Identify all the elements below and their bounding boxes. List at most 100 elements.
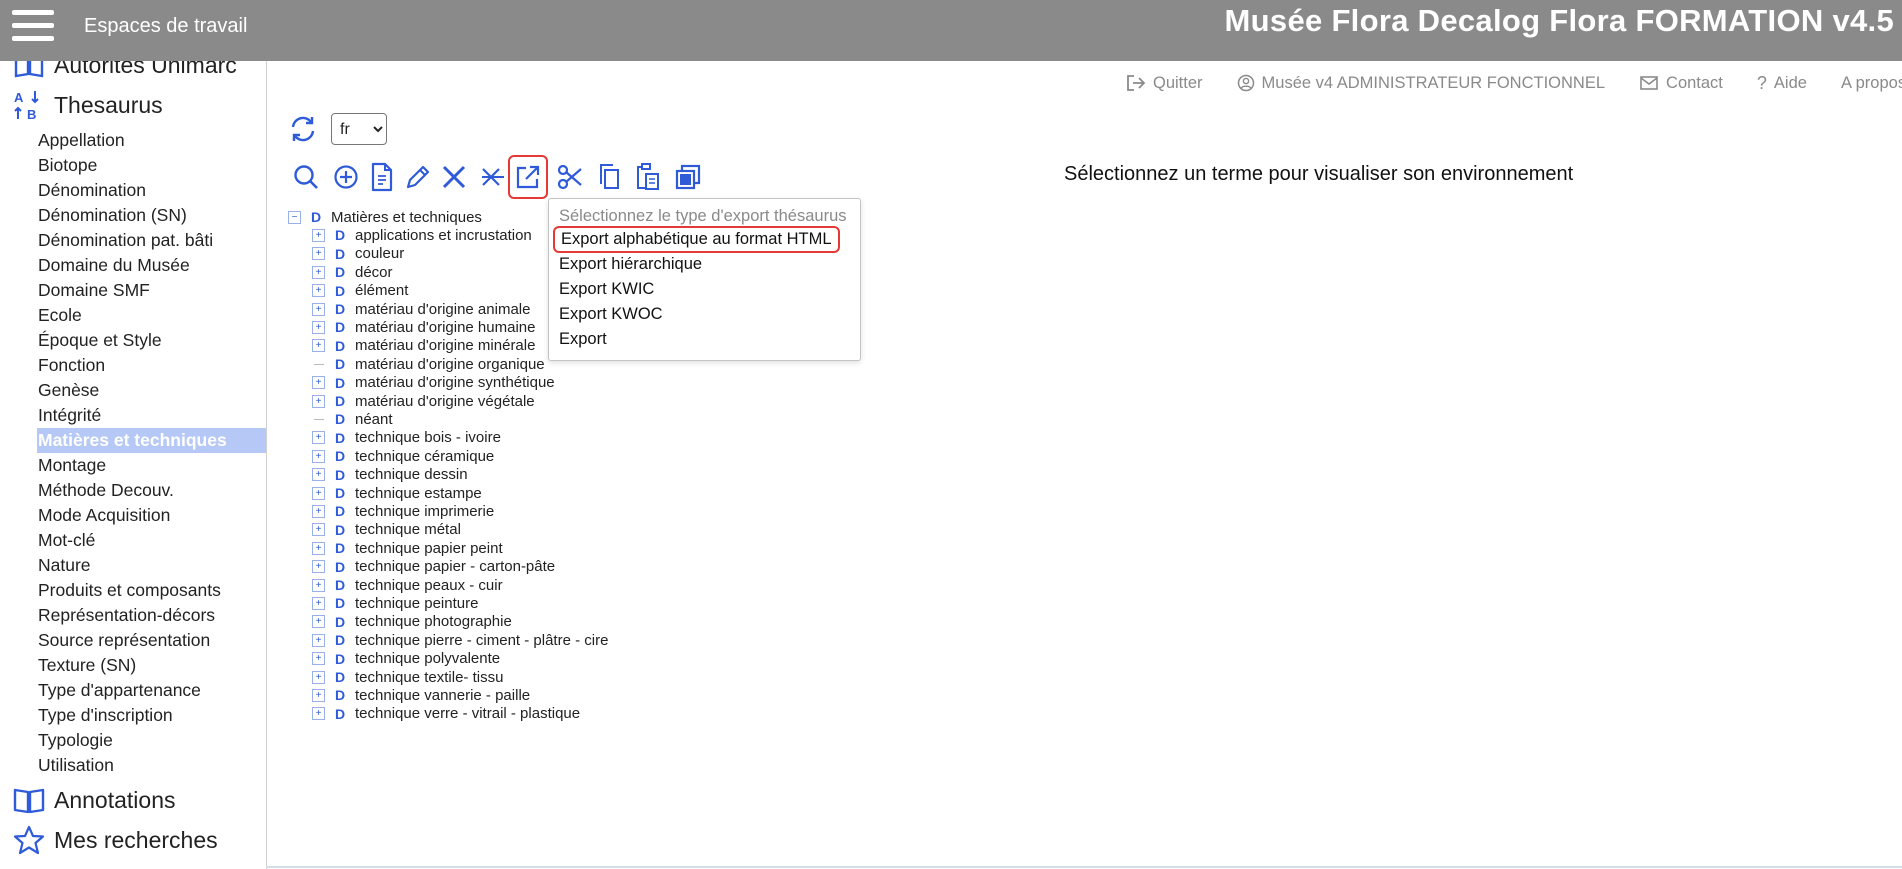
expand-icon[interactable]: + <box>312 394 325 408</box>
expand-icon[interactable]: + <box>312 431 325 445</box>
cut-icon[interactable] <box>554 160 586 194</box>
tree-node-label[interactable]: technique dessin <box>355 466 468 483</box>
tree-node-label[interactable]: décor <box>355 264 393 281</box>
sidebar-item[interactable]: Montage <box>37 453 266 478</box>
tree-node-label[interactable]: matériau d'origine végétale <box>355 393 535 410</box>
sidebar-item[interactable]: Dénomination pat. bâti <box>37 228 266 253</box>
expand-icon[interactable]: + <box>312 302 325 316</box>
add-icon[interactable] <box>330 160 362 194</box>
tree-node-label[interactable]: couleur <box>355 245 404 262</box>
sidebar-item[interactable]: Appellation <box>37 128 266 153</box>
tree-node-label[interactable]: technique vannerie - paille <box>355 687 530 704</box>
expand-icon[interactable]: + <box>312 541 325 555</box>
tree-node-label[interactable]: technique verre - vitrail - plastique <box>355 705 580 722</box>
document-icon[interactable] <box>366 160 398 194</box>
sidebar-item[interactable]: Dénomination <box>37 178 266 203</box>
refresh-icon[interactable] <box>289 115 317 143</box>
about-link[interactable]: A propos <box>1841 74 1902 93</box>
tree-node-label[interactable]: technique métal <box>355 521 461 538</box>
language-select[interactable]: fr <box>331 113 387 145</box>
sidebar-item[interactable]: Dénomination (SN) <box>37 203 266 228</box>
expand-icon[interactable]: + <box>312 688 325 702</box>
expand-icon[interactable]: + <box>312 578 325 592</box>
sidebar-item[interactable]: Domaine SMF <box>37 278 266 303</box>
delete-multiple-icon[interactable] <box>476 160 508 194</box>
sidebar-item[interactable]: Représentation-décors <box>37 603 266 628</box>
sidebar-section-searches[interactable]: Mes recherches <box>12 823 218 857</box>
sidebar-item[interactable]: Domaine du Musée <box>37 253 266 278</box>
export-menu-item[interactable]: Export hiérarchique <box>559 255 702 274</box>
expand-icon[interactable]: + <box>312 615 325 629</box>
export-menu-item[interactable]: Export <box>559 330 607 349</box>
expand-icon[interactable]: + <box>312 284 325 298</box>
tree-node-label[interactable]: matériau d'origine organique <box>355 356 545 373</box>
sidebar-item[interactable]: Genèse <box>37 378 266 403</box>
tree-node-label[interactable]: Matières et techniques <box>331 209 482 226</box>
tree-node-label[interactable]: technique polyvalente <box>355 650 500 667</box>
tree-node-label[interactable]: technique textile- tissu <box>355 669 503 686</box>
expand-icon[interactable]: + <box>312 523 325 537</box>
edit-icon[interactable] <box>402 160 434 194</box>
expand-icon[interactable]: + <box>312 320 325 334</box>
menu-icon[interactable] <box>12 8 54 44</box>
paste-icon[interactable] <box>632 160 664 194</box>
contact-link[interactable]: Contact <box>1639 74 1723 93</box>
tree-node-label[interactable]: technique papier - carton-pâte <box>355 558 555 575</box>
expand-icon[interactable]: + <box>312 707 325 721</box>
export-menu-item[interactable]: Export KWIC <box>559 280 654 299</box>
sidebar-item[interactable]: Mode Acquisition <box>37 503 266 528</box>
duplicate-icon[interactable] <box>672 160 704 194</box>
tree-node-label[interactable]: technique estampe <box>355 485 482 502</box>
sidebar-item[interactable]: Typologie <box>37 728 266 753</box>
export-icon[interactable] <box>508 155 548 199</box>
user-link[interactable]: Musée v4 ADMINISTRATEUR FONCTIONNEL <box>1237 74 1605 93</box>
copy-icon[interactable] <box>593 160 625 194</box>
sidebar-section-autorites[interactable]: Autorités Unimarc <box>12 61 237 82</box>
sidebar-item[interactable]: Type d'inscription <box>37 703 266 728</box>
tree-node-label[interactable]: technique bois - ivoire <box>355 429 501 446</box>
help-link[interactable]: ? Aide <box>1757 73 1807 94</box>
expand-icon[interactable]: + <box>312 376 325 390</box>
expand-icon[interactable]: + <box>312 596 325 610</box>
sidebar-item[interactable]: Utilisation <box>37 753 266 778</box>
tree-node-label[interactable]: matériau d'origine minérale <box>355 337 535 354</box>
expand-icon[interactable]: + <box>312 670 325 684</box>
expand-icon[interactable]: + <box>312 652 325 666</box>
tree-node-label[interactable]: matériau d'origine animale <box>355 301 530 318</box>
tree-node-label[interactable]: applications et incrustation <box>355 227 532 244</box>
tree-node-label[interactable]: néant <box>355 411 393 428</box>
sidebar-item[interactable]: Texture (SN) <box>37 653 266 678</box>
sidebar-section-annotations[interactable]: Annotations <box>12 783 175 817</box>
tree-node-label[interactable]: technique céramique <box>355 448 494 465</box>
sidebar-item[interactable]: Biotope <box>37 153 266 178</box>
workspaces-link[interactable]: Espaces de travail <box>84 15 247 38</box>
delete-icon[interactable] <box>438 160 470 194</box>
tree-node-label[interactable]: technique peinture <box>355 595 478 612</box>
sidebar-item[interactable]: Méthode Decouv. <box>37 478 266 503</box>
expand-icon[interactable]: + <box>312 449 325 463</box>
expand-icon[interactable]: + <box>312 560 325 574</box>
sidebar-item[interactable]: Mot-clé <box>37 528 266 553</box>
expand-icon[interactable]: + <box>312 486 325 500</box>
tree-node-label[interactable]: technique papier peint <box>355 540 503 557</box>
tree-node-label[interactable]: élément <box>355 282 408 299</box>
tree-node-label[interactable]: technique peaux - cuir <box>355 577 503 594</box>
tree-node-label[interactable]: technique pierre - ciment - plâtre - cir… <box>355 632 608 649</box>
export-menu-item[interactable]: Export alphabétique au format HTML <box>553 226 840 253</box>
expand-icon[interactable]: + <box>312 339 325 353</box>
tree-node-label[interactable]: technique imprimerie <box>355 503 494 520</box>
search-icon[interactable] <box>290 160 322 194</box>
expand-icon[interactable]: + <box>312 228 325 242</box>
sidebar-item[interactable]: Produits et composants <box>37 578 266 603</box>
quit-link[interactable]: Quitter <box>1126 74 1203 93</box>
expand-icon[interactable]: + <box>312 247 325 261</box>
collapse-icon[interactable]: − <box>288 210 301 224</box>
sidebar-item[interactable]: Matières et techniques <box>37 428 266 453</box>
sidebar-item[interactable]: Intégrité <box>37 403 266 428</box>
sidebar-item[interactable]: Type d'appartenance <box>37 678 266 703</box>
expand-icon[interactable]: + <box>312 633 325 647</box>
expand-icon[interactable]: + <box>312 468 325 482</box>
expand-icon[interactable]: + <box>312 265 325 279</box>
sidebar-item[interactable]: Époque et Style <box>37 328 266 353</box>
sidebar-item[interactable]: Source représentation <box>37 628 266 653</box>
